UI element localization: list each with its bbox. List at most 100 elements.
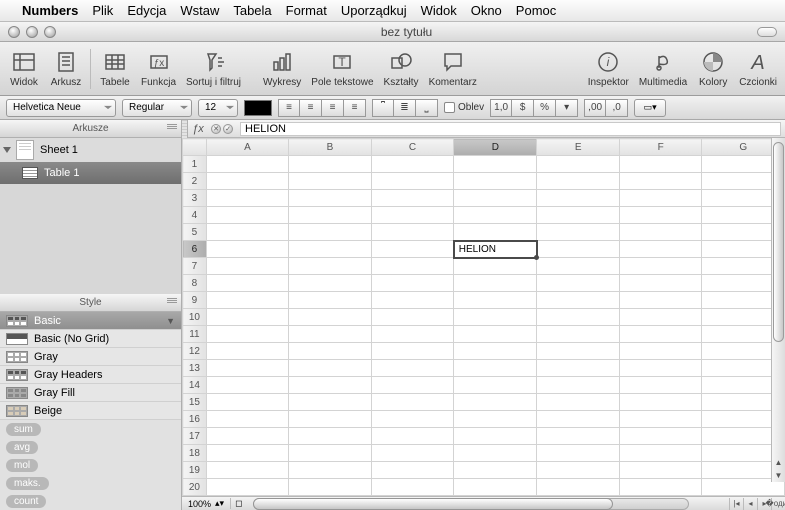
cell-B16[interactable] — [289, 411, 372, 428]
cell-E12[interactable] — [537, 343, 620, 360]
align-right-button[interactable]: ≡ — [322, 99, 344, 117]
cell-C17[interactable] — [371, 428, 454, 445]
cell-F8[interactable] — [619, 275, 701, 292]
cell-A17[interactable] — [206, 428, 289, 445]
cell-A21[interactable] — [206, 496, 289, 497]
spreadsheet-grid[interactable]: ABCDEFG123456HELION789101112131415161718… — [182, 138, 785, 496]
row-header-15[interactable]: 15 — [183, 394, 207, 411]
cell-F10[interactable] — [619, 309, 701, 326]
row-header-5[interactable]: 5 — [183, 224, 207, 241]
toolbar-arkusz[interactable]: Arkusz — [48, 49, 84, 88]
cell-A8[interactable] — [206, 275, 289, 292]
row-header-16[interactable]: 16 — [183, 411, 207, 428]
cell-D6[interactable]: HELION — [454, 241, 537, 258]
cell-C19[interactable] — [371, 462, 454, 479]
cell-A7[interactable] — [206, 258, 289, 275]
cell-F14[interactable] — [619, 377, 701, 394]
toolbar-toggle-button[interactable] — [757, 27, 777, 37]
cell-F17[interactable] — [619, 428, 701, 445]
row-header-13[interactable]: 13 — [183, 360, 207, 377]
scroll-left-button[interactable]: ◂ — [743, 498, 757, 510]
col-header-B[interactable]: B — [289, 139, 372, 156]
sidebar-grip-icon[interactable] — [167, 298, 177, 306]
row-header-1[interactable]: 1 — [183, 156, 207, 173]
minimize-button[interactable] — [26, 26, 38, 38]
cell-A16[interactable] — [206, 411, 289, 428]
row-header-17[interactable]: 17 — [183, 428, 207, 445]
zoom-button[interactable] — [44, 26, 56, 38]
cell-B10[interactable] — [289, 309, 372, 326]
row-header-11[interactable]: 11 — [183, 326, 207, 343]
cell-F11[interactable] — [619, 326, 701, 343]
cell-D1[interactable] — [454, 156, 537, 173]
cell-E13[interactable] — [537, 360, 620, 377]
style-beige[interactable]: Beige — [0, 402, 181, 420]
toolbar-sortuj[interactable]: Sortuj i filtruj — [184, 49, 243, 88]
menu-edycja[interactable]: Edycja — [127, 3, 166, 18]
col-header-D[interactable]: D — [454, 139, 537, 156]
cell-F20[interactable] — [619, 479, 701, 496]
cell-E20[interactable] — [537, 479, 620, 496]
text-color-swatch[interactable] — [244, 100, 272, 116]
cell-A3[interactable] — [206, 190, 289, 207]
cell-E19[interactable] — [537, 462, 620, 479]
cell-A18[interactable] — [206, 445, 289, 462]
cell-E4[interactable] — [537, 207, 620, 224]
menu-wstaw[interactable]: Wstaw — [180, 3, 219, 18]
toolbar-widok[interactable]: Widok — [6, 49, 42, 88]
valign-top-button[interactable]: ⎴ — [372, 99, 394, 117]
menu-tabela[interactable]: Tabela — [233, 3, 271, 18]
horizontal-scrollbar[interactable] — [253, 498, 689, 510]
cell-C11[interactable] — [371, 326, 454, 343]
cell-B8[interactable] — [289, 275, 372, 292]
grid-viewport[interactable]: ABCDEFG123456HELION789101112131415161718… — [182, 138, 785, 496]
cell-D19[interactable] — [454, 462, 537, 479]
cell-B12[interactable] — [289, 343, 372, 360]
row-header-12[interactable]: 12 — [183, 343, 207, 360]
cell-E9[interactable] — [537, 292, 620, 309]
cell-B13[interactable] — [289, 360, 372, 377]
cell-D11[interactable] — [454, 326, 537, 343]
toolbar-wykresy[interactable]: Wykresy — [261, 49, 303, 88]
style-gray-fill[interactable]: Gray Fill — [0, 384, 181, 402]
cell-E3[interactable] — [537, 190, 620, 207]
cell-G21[interactable] — [702, 496, 785, 497]
cell-B15[interactable] — [289, 394, 372, 411]
sidebar-grip-icon[interactable] — [167, 124, 177, 132]
row-header-6[interactable]: 6 — [183, 241, 207, 258]
cell-B4[interactable] — [289, 207, 372, 224]
formula-input[interactable]: HELION — [240, 122, 781, 136]
cell-F2[interactable] — [619, 173, 701, 190]
page-nav-icon[interactable]: ◻ — [231, 498, 246, 509]
numfmt-currency[interactable]: $ — [512, 99, 534, 117]
cell-E21[interactable] — [537, 496, 620, 497]
cell-B6[interactable] — [289, 241, 372, 258]
cell-B19[interactable] — [289, 462, 372, 479]
cell-D13[interactable] — [454, 360, 537, 377]
row-header-21[interactable]: 21 — [183, 496, 207, 497]
numfmt-1[interactable]: 1,0 — [490, 99, 512, 117]
toolbar-kolory[interactable]: Kolory — [695, 49, 731, 88]
menu-okno[interactable]: Okno — [471, 3, 502, 18]
cell-A6[interactable] — [206, 241, 289, 258]
cell-D21[interactable] — [454, 496, 537, 497]
cell-D10[interactable] — [454, 309, 537, 326]
cell-B9[interactable] — [289, 292, 372, 309]
cell-A9[interactable] — [206, 292, 289, 309]
func-sum[interactable]: sum — [0, 420, 181, 438]
cell-C21[interactable] — [371, 496, 454, 497]
sheet-row[interactable]: Sheet 1 — [0, 138, 181, 162]
cell-C15[interactable] — [371, 394, 454, 411]
cell-A1[interactable] — [206, 156, 289, 173]
cell-C16[interactable] — [371, 411, 454, 428]
formula-accept-button[interactable]: ✓ — [223, 124, 233, 134]
row-header-8[interactable]: 8 — [183, 275, 207, 292]
toolbar-czcionki[interactable]: A Czcionki — [737, 49, 779, 88]
cell-E8[interactable] — [537, 275, 620, 292]
valign-bottom-button[interactable]: ⎵ — [416, 99, 438, 117]
cell-A4[interactable] — [206, 207, 289, 224]
font-family-combo[interactable]: Helvetica Neue — [6, 99, 116, 117]
cell-C9[interactable] — [371, 292, 454, 309]
cell-C6[interactable] — [371, 241, 454, 258]
zoom-stepper-icon[interactable]: ▴▾ — [215, 498, 224, 509]
